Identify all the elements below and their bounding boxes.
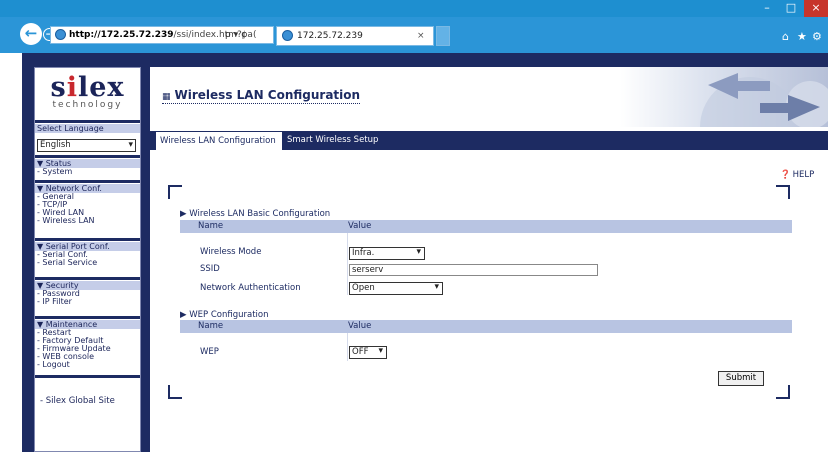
select-language-label: Select Language xyxy=(35,124,140,133)
settings-gear-icon[interactable]: ⚙ xyxy=(812,30,822,43)
col-name: Name xyxy=(198,321,224,331)
ie-page-icon xyxy=(55,29,66,40)
help-label: HELP xyxy=(792,170,815,180)
back-button[interactable]: ← xyxy=(20,23,42,45)
header-arrows-graphic xyxy=(700,73,828,177)
window-titlebar xyxy=(0,0,828,17)
maximize-button[interactable]: □ xyxy=(780,0,802,17)
sidebar-divider xyxy=(35,120,140,123)
silex-global-site-link[interactable]: - Silex Global Site xyxy=(40,397,115,406)
sidebar-divider xyxy=(35,238,140,241)
sidebar-divider xyxy=(35,155,140,158)
frame-corner xyxy=(168,185,182,199)
wep-select[interactable]: OFF ▾ xyxy=(349,346,387,359)
tab-title: 172.25.72.239 xyxy=(297,31,363,41)
chevron-down-icon: ▾ xyxy=(128,140,133,150)
column-divider xyxy=(347,233,348,295)
column-divider xyxy=(347,333,348,361)
home-icon[interactable]: ⌂ xyxy=(782,30,789,43)
sidebar-item-serial-service[interactable]: - Serial Service xyxy=(37,259,97,267)
col-value: Value xyxy=(348,321,372,331)
chevron-down-icon: ▾ xyxy=(416,247,421,257)
left-margin xyxy=(0,53,22,452)
frame-corner xyxy=(776,185,790,199)
language-value: English xyxy=(40,140,71,150)
grid-bullet-icon: ▦ xyxy=(162,92,171,102)
page-title-text: Wireless LAN Configuration xyxy=(174,88,361,102)
sidebar-divider xyxy=(35,277,140,280)
browser-tab[interactable]: 172.25.72.239 × xyxy=(276,26,434,46)
sidebar-divider xyxy=(35,316,140,319)
page-title: ▦ Wireless LAN Configuration xyxy=(162,88,361,104)
help-icon: ❓ xyxy=(780,170,791,180)
tab-smart-wireless-setup[interactable]: Smart Wireless Setup xyxy=(287,131,378,150)
main-content: ▦ Wireless LAN Configuration Wireless LAN… xyxy=(150,67,828,452)
network-authentication-select[interactable]: Open ▾ xyxy=(349,282,443,295)
wep-value: OFF xyxy=(352,347,369,357)
sidebar-divider xyxy=(35,375,140,378)
wep-config-section-title: ▶ WEP Configuration xyxy=(180,310,269,320)
col-name: Name xyxy=(198,221,224,231)
sidebar-item-logout[interactable]: - Logout xyxy=(37,361,70,369)
language-select[interactable]: English ▾ xyxy=(37,139,136,152)
tab-close-icon[interactable]: × xyxy=(417,27,425,45)
logo-letter: i xyxy=(66,72,78,103)
chevron-down-icon: ▾ xyxy=(378,346,383,356)
network-authentication-label: Network Authentication xyxy=(200,283,301,293)
minimize-button[interactable]: – xyxy=(756,0,778,17)
sidebar-item-ip-filter[interactable]: - IP Filter xyxy=(37,298,72,306)
silex-logo: silex technology xyxy=(35,68,140,120)
col-value: Value xyxy=(348,221,372,231)
network-authentication-value: Open xyxy=(352,283,375,293)
wep-config-table-header: Name Value xyxy=(180,320,792,333)
new-tab-button[interactable] xyxy=(436,26,450,46)
close-window-button[interactable]: × xyxy=(804,0,828,17)
wep-label: WEP xyxy=(200,347,219,357)
frame-corner xyxy=(776,385,790,399)
logo-letter: lex xyxy=(77,72,125,103)
basic-config-section-title: ▶ Wireless LAN Basic Configuration xyxy=(180,209,331,219)
wireless-mode-label: Wireless Mode xyxy=(200,247,262,257)
chevron-down-icon: ▾ xyxy=(434,282,439,292)
submit-button[interactable]: Submit xyxy=(718,371,764,386)
search-refresh-icons[interactable]: ρ ▾ ¢ xyxy=(225,27,247,43)
header-graphic xyxy=(620,67,828,177)
basic-config-table-header: Name Value xyxy=(180,220,792,233)
favorites-star-icon[interactable]: ★ xyxy=(797,30,807,43)
ssid-input[interactable]: serserv xyxy=(349,264,598,276)
frame-corner xyxy=(168,385,182,399)
help-link[interactable]: ❓ HELP xyxy=(780,170,814,180)
address-bar[interactable]: http://172.25.72.239/ssi/index.htm?pa( ρ… xyxy=(50,26,274,44)
sidebar-item-wireless-lan[interactable]: - Wireless LAN xyxy=(37,217,95,225)
ie-tab-icon xyxy=(282,30,293,41)
sidebar-divider xyxy=(35,180,140,183)
back-arrow-icon: ← xyxy=(24,24,38,42)
tab-wireless-lan-configuration[interactable]: Wireless LAN Configuration xyxy=(155,131,283,150)
url-host: http://172.25.72.239 xyxy=(69,30,174,40)
wireless-mode-select[interactable]: Infra. ▾ xyxy=(349,247,425,260)
logo-letter: s xyxy=(50,72,67,103)
sidebar-item-system[interactable]: - System xyxy=(37,168,72,176)
ssid-label: SSID xyxy=(200,264,220,274)
wireless-mode-value: Infra. xyxy=(352,248,375,258)
sidebar: silex technology Select Language English… xyxy=(34,67,141,452)
